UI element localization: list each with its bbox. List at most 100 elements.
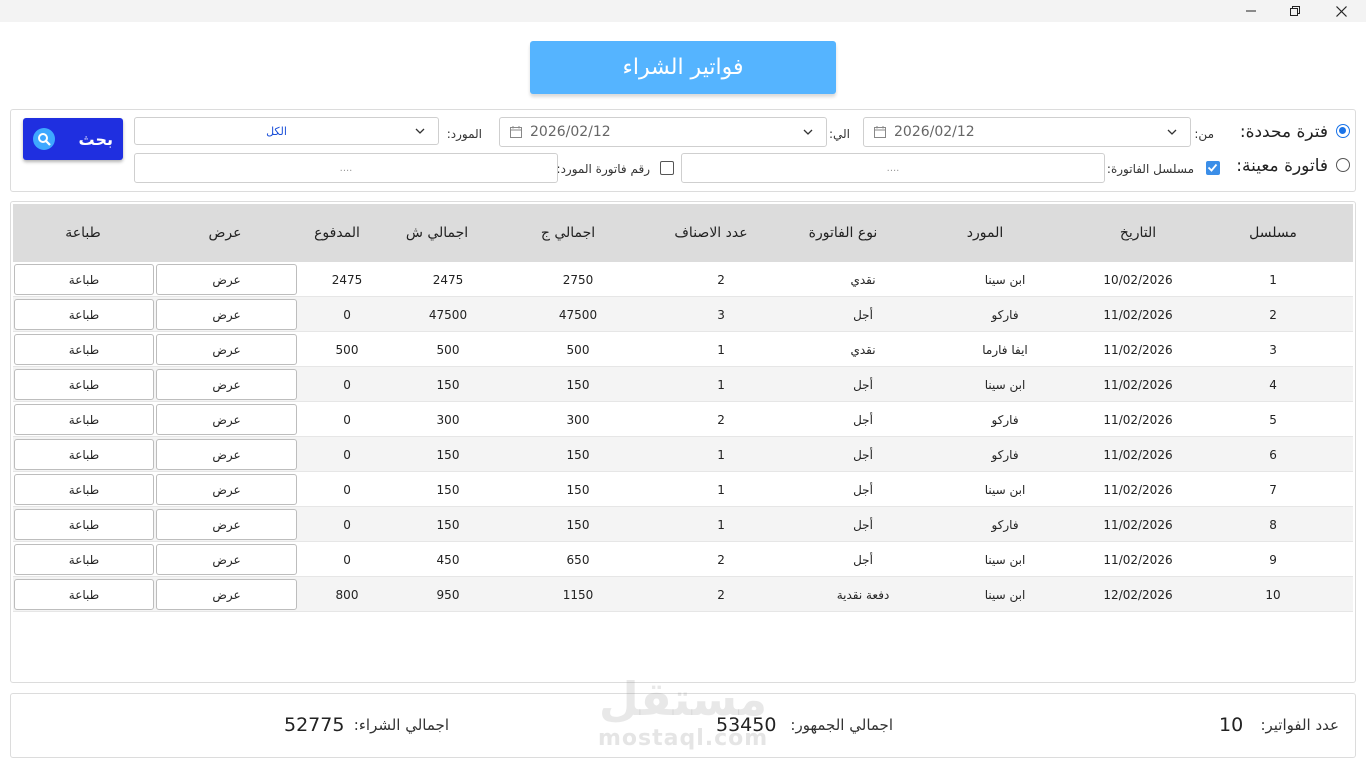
- calendar-icon: [510, 126, 522, 138]
- header-items: عدد الاصناف: [674, 225, 748, 241]
- cell-type: أجل: [853, 517, 873, 532]
- cell-paid: 0: [343, 552, 351, 567]
- supplier-invoice-input[interactable]: ....: [134, 153, 558, 183]
- header-total-public: اجمالي ج: [540, 225, 596, 241]
- view-button[interactable]: عرض: [156, 334, 297, 365]
- supplier-invoice-checkbox[interactable]: [660, 161, 674, 175]
- view-button[interactable]: عرض: [156, 544, 297, 575]
- cell-total-public: 47500: [558, 307, 598, 322]
- table-row[interactable]: 6 11/02/2026 فاركو أجل 1 150 150 0 عرض طباعة: [13, 437, 1353, 472]
- to-date-picker[interactable]: 2026/02/12: [499, 117, 827, 147]
- cell-serial: 3: [1269, 342, 1277, 357]
- print-button[interactable]: طباعة: [14, 579, 154, 610]
- cell-type: أجل: [853, 377, 873, 392]
- table-row[interactable]: 10 12/02/2026 ابن سينا دفعة نقدية 2 1150 950 80…: [13, 577, 1353, 612]
- view-button[interactable]: عرض: [156, 474, 297, 505]
- table-row[interactable]: 3 11/02/2026 ايفا فارما نقدي 1 500 500 500 عرض طب…: [13, 332, 1353, 367]
- table-row[interactable]: 2 11/02/2026 فاركو أجل 3 47500 47500 0 عرض طباعة: [13, 297, 1353, 332]
- from-date-value: 2026/02/12: [894, 124, 975, 140]
- table-row[interactable]: 1 10/02/2026 ابن سينا نقدي 2 2750 2475 2475 عرض ط…: [13, 262, 1353, 297]
- cell-date: 11/02/2026: [1103, 307, 1173, 322]
- view-button[interactable]: عرض: [156, 579, 297, 610]
- cell-supplier: فاركو: [991, 307, 1019, 322]
- view-button[interactable]: عرض: [156, 439, 297, 470]
- invoices-table: مسلسل التاريخ المورد نوع الفاتورة عدد ال…: [10, 201, 1356, 683]
- from-date-picker[interactable]: 2026/02/12: [863, 117, 1191, 147]
- period-radio[interactable]: [1336, 124, 1350, 138]
- supplier-combobox[interactable]: الكل: [134, 117, 439, 145]
- print-button[interactable]: طباعة: [14, 439, 154, 470]
- cell-supplier: ايفا فارما: [982, 342, 1028, 357]
- cell-serial: 10: [1265, 587, 1281, 602]
- maximize-icon[interactable]: [1272, 0, 1318, 22]
- purchase-total-label: اجمالي الشراء:: [353, 716, 449, 734]
- cell-paid: 500: [335, 342, 359, 357]
- print-button[interactable]: طباعة: [14, 299, 154, 330]
- search-label: بحث: [78, 129, 113, 149]
- table-row[interactable]: 7 11/02/2026 ابن سينا أجل 1 150 150 0 عرض طباعة: [13, 472, 1353, 507]
- header-serial: مسلسل: [1249, 225, 1297, 241]
- cell-paid: 0: [343, 377, 351, 392]
- cell-supplier: فاركو: [991, 517, 1019, 532]
- supplier-label: المورد:: [446, 127, 482, 141]
- supplier-invoice-label: رقم فاتورة المورد:: [556, 162, 650, 176]
- table-row[interactable]: 8 11/02/2026 فاركو أجل 1 150 150 0 عرض طباعة: [13, 507, 1353, 542]
- purchase-total-value: 52775: [284, 714, 345, 736]
- cell-supplier: ابن سينا: [984, 552, 1026, 567]
- cell-serial: 8: [1269, 517, 1277, 532]
- serial-input[interactable]: ....: [681, 153, 1105, 183]
- search-icon: [33, 128, 55, 150]
- count-label: عدد الفواتير:: [1260, 716, 1339, 734]
- view-button[interactable]: عرض: [156, 264, 297, 295]
- print-button[interactable]: طباعة: [14, 544, 154, 575]
- count-value: 10: [1219, 714, 1244, 736]
- view-button[interactable]: عرض: [156, 299, 297, 330]
- minimize-icon[interactable]: [1228, 0, 1274, 22]
- cell-date: 11/02/2026: [1103, 552, 1173, 567]
- cell-paid: 0: [343, 307, 351, 322]
- cell-items: 1: [717, 342, 725, 357]
- print-button[interactable]: طباعة: [14, 509, 154, 540]
- window-titlebar: [0, 0, 1366, 22]
- serial-checkbox[interactable]: [1206, 161, 1220, 175]
- print-button[interactable]: طباعة: [14, 474, 154, 505]
- cell-serial: 1: [1269, 272, 1277, 287]
- public-total-value: 53450: [716, 714, 777, 736]
- header-date: التاريخ: [1119, 225, 1157, 241]
- print-button[interactable]: طباعة: [14, 264, 154, 295]
- table-body: 1 10/02/2026 ابن سينا نقدي 2 2750 2475 2475 عرض ط…: [13, 262, 1353, 612]
- cell-type: أجل: [853, 412, 873, 427]
- cell-serial: 6: [1269, 447, 1277, 462]
- cell-type: أجل: [853, 552, 873, 567]
- cell-type: نقدي: [850, 272, 876, 287]
- public-total-label: اجمالي الجمهور:: [790, 716, 893, 734]
- view-button[interactable]: عرض: [156, 404, 297, 435]
- table-row[interactable]: 5 11/02/2026 فاركو أجل 2 300 300 0 عرض طباعة: [13, 402, 1353, 437]
- cell-date: 11/02/2026: [1103, 342, 1173, 357]
- print-button[interactable]: طباعة: [14, 369, 154, 400]
- table-row[interactable]: 9 11/02/2026 ابن سينا أجل 2 650 450 0 عرض طباعة: [13, 542, 1353, 577]
- serial-label: مسلسل الفاتورة:: [1106, 162, 1194, 176]
- cell-items: 3: [717, 307, 725, 322]
- cell-date: 11/02/2026: [1103, 482, 1173, 497]
- to-label: الي:: [828, 127, 850, 141]
- close-icon[interactable]: [1318, 0, 1364, 22]
- header-view: عرض: [208, 225, 242, 241]
- checkmark-icon: [1207, 163, 1218, 172]
- print-button[interactable]: طباعة: [14, 334, 154, 365]
- cell-items: 1: [717, 517, 725, 532]
- cell-total-public: 650: [566, 552, 590, 567]
- table-row[interactable]: 4 11/02/2026 ابن سينا أجل 1 150 150 0 عرض طباعة: [13, 367, 1353, 402]
- cell-total-public: 300: [566, 412, 590, 427]
- cell-type: نقدي: [850, 342, 876, 357]
- view-button[interactable]: عرض: [156, 369, 297, 400]
- invoice-radio[interactable]: [1336, 158, 1350, 172]
- cell-paid: 800: [335, 587, 359, 602]
- cell-serial: 2: [1269, 307, 1277, 322]
- cell-total-public: 500: [566, 342, 590, 357]
- search-button[interactable]: بحث: [23, 118, 123, 160]
- cell-serial: 4: [1269, 377, 1277, 392]
- print-button[interactable]: طباعة: [14, 404, 154, 435]
- cell-type: أجل: [853, 307, 873, 322]
- view-button[interactable]: عرض: [156, 509, 297, 540]
